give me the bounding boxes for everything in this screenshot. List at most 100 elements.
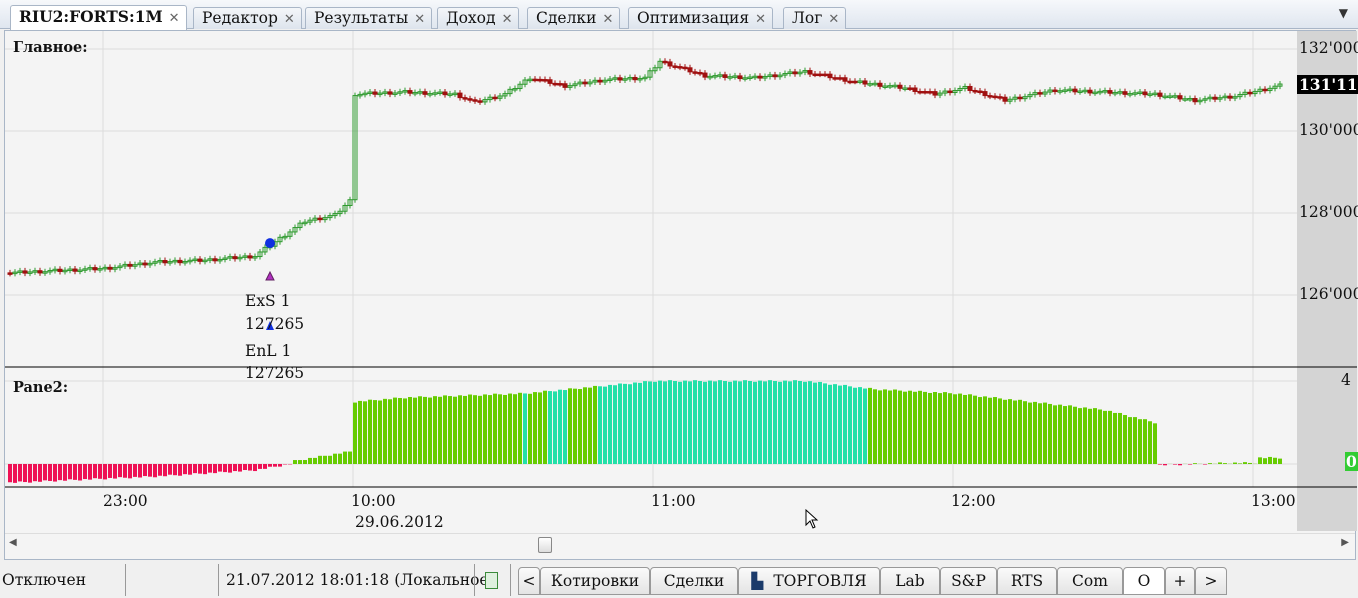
histogram-bar <box>898 390 902 464</box>
histogram-bar <box>503 394 507 464</box>
histogram-bar <box>63 464 67 481</box>
scrollbar-thumb[interactable] <box>538 537 552 553</box>
horizontal-scrollbar[interactable]: ◀ ▶ <box>5 533 1355 555</box>
bottom-tab-label: RTS <box>1010 572 1044 590</box>
close-icon[interactable]: ✕ <box>284 12 295 27</box>
histogram-bar <box>768 380 772 464</box>
bottom-tab-8[interactable]: O <box>1123 567 1165 595</box>
close-icon[interactable]: ✕ <box>414 12 425 27</box>
bottom-tab-9[interactable]: + <box>1165 567 1195 595</box>
candle <box>1122 91 1128 95</box>
bottom-tab-2[interactable]: Сделки <box>650 567 738 595</box>
histogram-bar <box>893 389 897 464</box>
price-tick: 130'000 <box>1299 121 1358 139</box>
bottom-tab-label: Котировки <box>550 572 640 590</box>
histogram-bar <box>803 381 807 464</box>
tab-menu-icon[interactable]: ▼ <box>1339 6 1348 20</box>
histogram-bar <box>253 464 257 472</box>
close-icon[interactable]: ✕ <box>169 11 180 26</box>
histogram-bar <box>203 464 207 475</box>
bottom-tab-10[interactable]: > <box>1195 567 1227 595</box>
bottom-tab-3[interactable]: ▙ ТОРГОВЛЯ <box>738 567 880 595</box>
histogram-bar <box>728 381 732 464</box>
scroll-left-icon[interactable]: ◀ <box>9 537 17 548</box>
tab-0[interactable]: RIU2:FORTS:1M ✕ <box>10 5 187 30</box>
candle <box>142 262 148 266</box>
candle <box>1177 95 1183 100</box>
histogram-bar <box>183 464 187 475</box>
histogram-bar <box>948 393 952 464</box>
histogram-bar <box>148 464 152 477</box>
close-icon[interactable]: ✕ <box>602 12 613 27</box>
pane2-current-badge: 0 <box>1345 452 1358 471</box>
histogram-bar <box>1258 457 1262 464</box>
histogram-bar <box>483 394 487 464</box>
close-icon[interactable]: ✕ <box>502 12 513 27</box>
time-tick: 13:00 <box>1251 492 1296 510</box>
histogram-bar <box>873 389 877 464</box>
histogram-bar <box>143 464 147 477</box>
bottom-tab-7[interactable]: Com <box>1057 567 1123 595</box>
histogram-bar <box>33 464 37 482</box>
candle <box>677 66 683 69</box>
candle <box>57 268 63 272</box>
bottom-tab-5[interactable]: S&P <box>940 567 997 595</box>
histogram-bar <box>218 464 222 472</box>
candle <box>177 259 183 264</box>
scroll-right-icon[interactable]: ▶ <box>1341 537 1349 548</box>
bottom-tab-0[interactable]: < <box>518 567 540 595</box>
candle <box>457 92 463 99</box>
histogram-bar <box>1058 404 1062 464</box>
chart-area[interactable]: Главное: Pane2: ExS 1 127265 EnL 1 12726… <box>4 30 1358 561</box>
histogram-bar <box>263 464 267 469</box>
histogram-bar <box>583 387 587 464</box>
candle <box>672 65 678 68</box>
close-icon[interactable]: ✕ <box>828 12 839 27</box>
histogram-bar <box>308 457 312 464</box>
histogram-bar <box>368 399 372 464</box>
histogram-bar <box>703 381 707 464</box>
chart-svg[interactable] <box>5 31 1357 561</box>
current-price-badge: 131'110 <box>1297 75 1358 95</box>
histogram-bar <box>678 381 682 464</box>
histogram-bar <box>1273 457 1277 464</box>
histogram-bar <box>318 455 322 464</box>
histogram-bar <box>938 393 942 464</box>
time-tick: 10:00 <box>351 492 396 510</box>
candle <box>472 99 478 102</box>
histogram-bar <box>553 391 557 464</box>
histogram-bar <box>273 464 277 467</box>
close-icon[interactable]: ✕ <box>755 12 766 27</box>
histogram-bar <box>633 382 637 464</box>
tab-4[interactable]: Сделки ✕ <box>527 7 621 29</box>
histogram-bar <box>238 464 242 472</box>
calculator-icon[interactable] <box>485 572 498 589</box>
tab-3[interactable]: Доход ✕ <box>437 7 520 29</box>
histogram-bar <box>448 396 452 464</box>
tab-6[interactable]: Лог ✕ <box>783 7 847 29</box>
histogram-bar <box>848 386 852 464</box>
date-label: 29.06.2012 <box>355 513 444 531</box>
bottom-tab-4[interactable]: Lab <box>880 567 940 595</box>
histogram-bar <box>1278 458 1282 464</box>
histogram-bar <box>653 381 657 464</box>
bottom-tab-label: S&P <box>951 572 986 590</box>
histogram-bar <box>823 383 827 464</box>
histogram-bar <box>623 383 627 464</box>
tab-5[interactable]: Оптимизация ✕ <box>628 7 774 29</box>
candle <box>1037 92 1043 95</box>
histogram-bar <box>13 464 17 483</box>
candle <box>1107 90 1113 94</box>
histogram-bar <box>468 394 472 464</box>
candle <box>72 268 78 272</box>
candle <box>597 79 603 83</box>
bottom-tab-1[interactable]: Котировки <box>540 567 650 595</box>
histogram-bar <box>778 381 782 464</box>
tab-2[interactable]: Результаты ✕ <box>305 7 433 29</box>
tab-1[interactable]: Редактор ✕ <box>193 7 302 29</box>
candle <box>687 67 693 73</box>
histogram-bar <box>723 381 727 464</box>
price-tick: 126'000 <box>1299 285 1358 303</box>
bottom-tab-6[interactable]: RTS <box>997 567 1057 595</box>
histogram-bar <box>1093 408 1097 464</box>
